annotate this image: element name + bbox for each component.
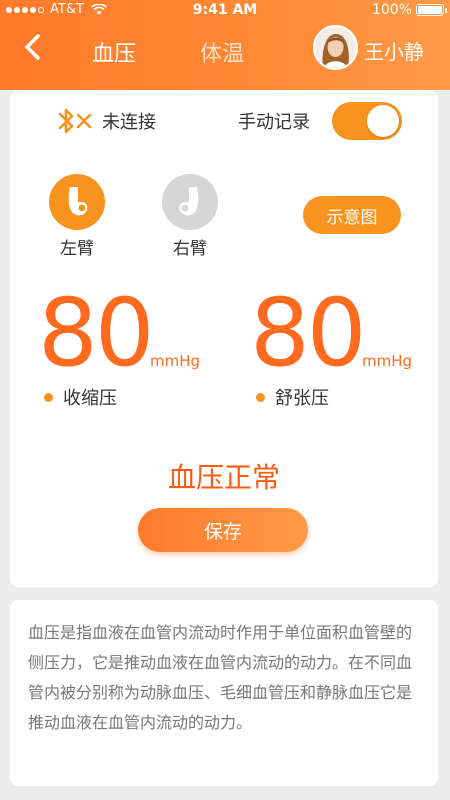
right-arm-option[interactable]: 右臂 bbox=[160, 174, 220, 259]
bluetooth-status[interactable]: 未连接 bbox=[54, 106, 156, 136]
manual-record-label: 手动记录 bbox=[238, 112, 310, 133]
diastolic-unit: mmHg bbox=[362, 352, 413, 370]
systolic-reading: 80 mmHg 收缩压 bbox=[38, 279, 200, 410]
right-arm-label: 右臂 bbox=[173, 239, 207, 259]
measurement-card: 未连接 手动记录 左臂 右臂 示意图 80 mmHg 收缩压 80 mmHg 舒… bbox=[10, 90, 438, 587]
back-arrow-icon[interactable] bbox=[18, 30, 48, 64]
tab-temperature[interactable]: 体温 bbox=[200, 36, 244, 68]
info-text: 血压是指血液在血管内流动时作用于单位面积血管壁的侧压力，它是推动血液在血管内流动… bbox=[28, 623, 413, 732]
bullet-icon bbox=[44, 392, 53, 402]
systolic-unit: mmHg bbox=[150, 352, 201, 370]
diastolic-reading: 80 mmHg 舒张压 bbox=[250, 279, 412, 410]
header-bar: AT&T 9:41 AM 100% 血压 体温 王小静 bbox=[0, 0, 450, 90]
diagram-button[interactable]: 示意图 bbox=[303, 196, 401, 234]
toggle-knob bbox=[367, 105, 399, 137]
bullet-icon bbox=[256, 392, 265, 402]
bluetooth-status-label: 未连接 bbox=[102, 112, 156, 133]
right-arm-icon bbox=[162, 174, 218, 230]
systolic-label-row: 收缩压 bbox=[44, 384, 117, 410]
battery-percent: 100% bbox=[371, 2, 412, 18]
left-arm-option[interactable]: 左臂 bbox=[47, 174, 107, 259]
battery-icon bbox=[416, 4, 447, 16]
tab-blood-pressure[interactable]: 血压 bbox=[92, 36, 136, 68]
left-arm-icon bbox=[49, 174, 105, 230]
systolic-value: 80 bbox=[38, 279, 155, 388]
systolic-label: 收缩压 bbox=[63, 388, 117, 409]
save-button[interactable]: 保存 bbox=[138, 508, 308, 552]
nav-bar: 血压 体温 王小静 bbox=[0, 20, 450, 80]
status-bar: AT&T 9:41 AM 100% bbox=[0, 0, 450, 20]
battery-fill bbox=[418, 6, 442, 14]
battery-status: 100% bbox=[371, 2, 447, 18]
diastolic-label: 舒张压 bbox=[275, 388, 329, 409]
info-card: 血压是指血液在血管内流动时作用于单位面积血管壁的侧压力，它是推动血液在血管内流动… bbox=[10, 600, 438, 786]
diastolic-value: 80 bbox=[250, 279, 367, 388]
diastolic-label-row: 舒张压 bbox=[256, 384, 329, 410]
bluetooth-off-icon bbox=[58, 108, 92, 134]
left-arm-label: 左臂 bbox=[60, 239, 94, 259]
avatar[interactable] bbox=[313, 25, 358, 70]
user-name[interactable]: 王小静 bbox=[364, 36, 424, 65]
avatar-image bbox=[315, 27, 356, 68]
manual-record-toggle[interactable] bbox=[332, 102, 402, 140]
result-status: 血压正常 bbox=[167, 461, 280, 494]
